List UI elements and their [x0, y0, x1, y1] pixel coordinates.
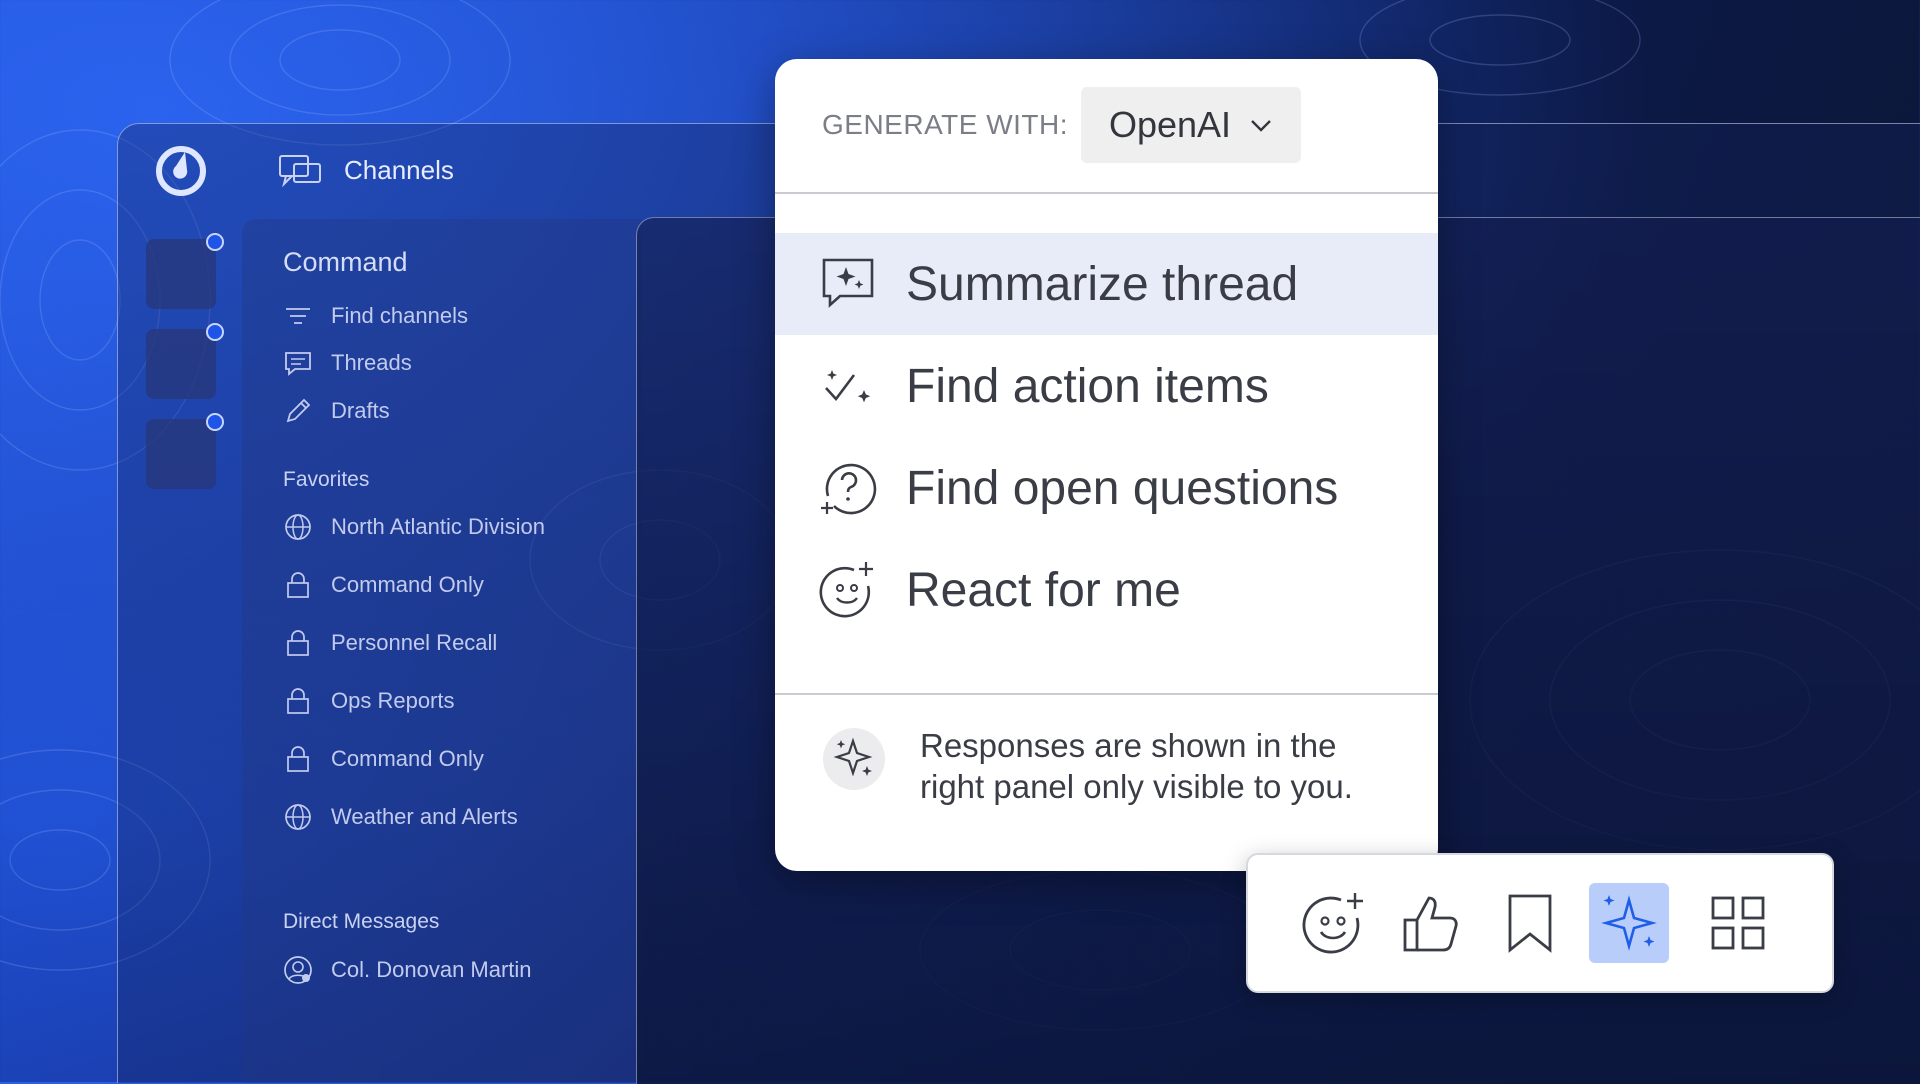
team-button[interactable] — [146, 233, 224, 309]
sidebar-item-label: Drafts — [331, 398, 390, 423]
unread-dot — [206, 233, 224, 251]
favorites-header[interactable]: Favorites — [283, 468, 369, 492]
sidebar-item-label: Command Only — [331, 746, 484, 771]
footer-note: Responses are shown in the right panel o… — [920, 727, 1353, 805]
direct-messages-header[interactable]: Direct Messages — [283, 910, 439, 934]
sidebar-item-label: Personnel Recall — [331, 630, 498, 655]
emoji-add-icon — [819, 562, 873, 618]
sidebar-item-north-atlantic-division[interactable]: North Atlantic Division — [283, 512, 545, 542]
lock-icon — [287, 630, 309, 656]
sidebar-item-find-channels[interactable]: Find channels — [283, 301, 468, 331]
page-title: Channels — [344, 154, 454, 185]
channel-sidebar: Command Find channels Threads Drafts Fav… — [242, 219, 642, 1083]
generate-with-row: GENERATE WITH: OpenAI — [775, 59, 1438, 194]
channels-icon — [279, 155, 321, 188]
sidebar-item-personnel-recall[interactable]: Personnel Recall — [283, 628, 497, 658]
sidebar-item-command-only-2[interactable]: Command Only — [283, 744, 484, 774]
threads-icon — [285, 352, 311, 376]
menu-item-label: Summarize thread — [906, 257, 1299, 311]
sidebar-item-command-only[interactable]: Command Only — [283, 570, 484, 600]
globe-icon — [285, 804, 311, 830]
sidebar-item-weather-and-alerts[interactable]: Weather and Alerts — [283, 802, 518, 832]
ai-provider-value: OpenAI — [1108, 104, 1232, 145]
pencil-icon — [286, 398, 311, 423]
thumbs-up-button[interactable] — [1392, 883, 1472, 963]
chevron-down-icon — [1251, 120, 1271, 132]
save-message-button[interactable] — [1490, 883, 1570, 963]
filter-icon — [286, 308, 310, 324]
ai-actions-menu: GENERATE WITH: OpenAI Summarize thread F… — [775, 59, 1438, 871]
generate-with-label: GENERATE WITH: — [822, 109, 1069, 140]
menu-item-react-for-me[interactable]: React for me — [775, 539, 1438, 641]
sidebar-item-label: Command Only — [331, 572, 484, 597]
question-icon — [821, 463, 877, 515]
lock-icon — [287, 688, 309, 714]
sidebar-item-col-donovan-martin[interactable]: Col. Donovan Martin — [283, 955, 532, 985]
team-button[interactable] — [146, 413, 224, 489]
menu-item-label: Find action items — [906, 359, 1269, 413]
sidebar-item-drafts[interactable]: Drafts — [283, 396, 390, 426]
sidebar-item-ops-reports[interactable]: Ops Reports — [283, 686, 455, 716]
mattermost-logo-icon[interactable] — [154, 144, 208, 198]
check-sparkle-icon — [825, 370, 871, 403]
menu-item-label: Find open questions — [906, 461, 1339, 515]
unread-dot — [206, 413, 224, 431]
sparkle-chat-icon — [822, 258, 874, 308]
team-button[interactable] — [146, 323, 224, 399]
lock-icon — [287, 572, 309, 598]
menu-item-label: React for me — [906, 563, 1181, 617]
sidebar-item-label: Find channels — [331, 303, 468, 328]
sidebar-item-label: Threads — [331, 350, 412, 375]
thumbs-up-icon — [1403, 896, 1458, 952]
sidebar-item-threads[interactable]: Threads — [283, 348, 412, 378]
ai-sparkle-icon — [1601, 895, 1657, 951]
ai-provider-select[interactable]: OpenAI — [1081, 87, 1301, 163]
sidebar-item-label: Ops Reports — [331, 688, 455, 713]
add-reaction-button[interactable] — [1294, 883, 1374, 963]
sidebar-item-label: Weather and Alerts — [331, 804, 518, 829]
sparkle-icon — [823, 728, 885, 790]
menu-item-find-action-items[interactable]: Find action items — [775, 335, 1438, 437]
channels-header[interactable]: Channels — [278, 150, 454, 190]
more-apps-button[interactable] — [1698, 883, 1778, 963]
globe-icon — [285, 514, 311, 540]
apps-grid-icon — [1711, 896, 1765, 950]
unread-dot — [206, 323, 224, 341]
menu-item-summarize-thread[interactable]: Summarize thread — [775, 233, 1438, 335]
team-rail — [146, 233, 224, 509]
message-hover-toolbar — [1246, 853, 1834, 993]
user-icon — [284, 956, 312, 984]
sidebar-item-label: Col. Donovan Martin — [331, 957, 532, 982]
emoji-add-icon — [1302, 893, 1363, 954]
sidebar-item-label: North Atlantic Division — [331, 514, 545, 539]
menu-item-find-open-questions[interactable]: Find open questions — [775, 437, 1438, 539]
menu-footer: Responses are shown in the right panel o… — [775, 693, 1438, 871]
ai-actions-button[interactable] — [1589, 883, 1669, 963]
lock-icon — [287, 746, 309, 772]
bookmark-icon — [1508, 894, 1552, 953]
team-name[interactable]: Command — [283, 247, 408, 278]
